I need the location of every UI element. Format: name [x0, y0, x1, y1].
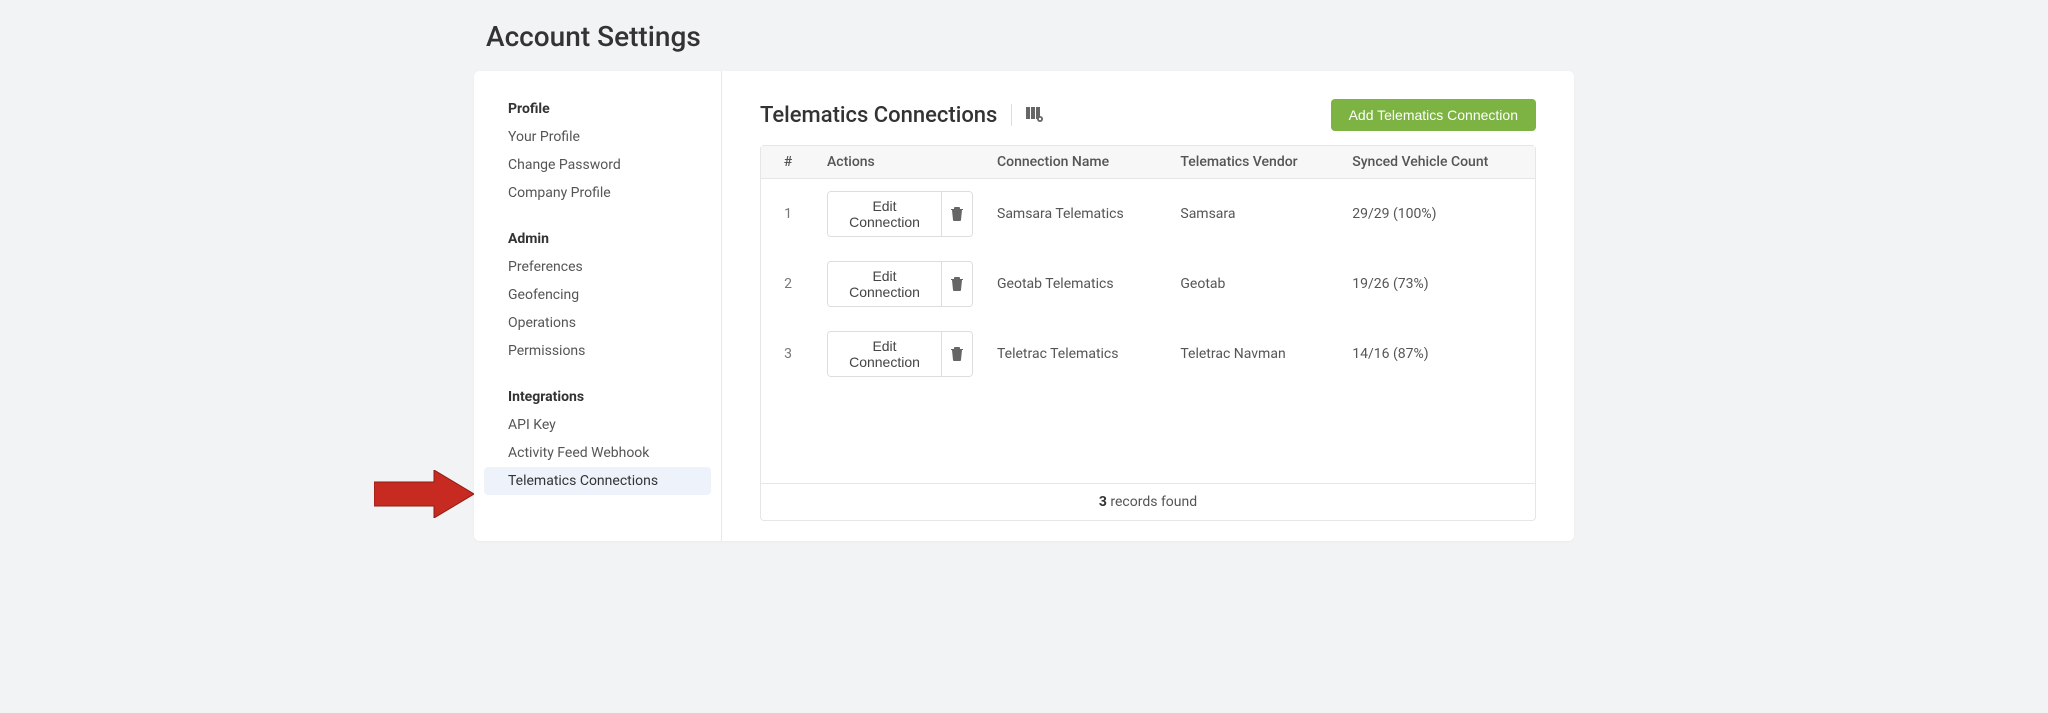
sidebar-section-admin: Admin — [484, 225, 711, 253]
action-group: Edit Connection — [827, 261, 973, 307]
delete-connection-button[interactable] — [941, 262, 972, 306]
row-num: 2 — [761, 249, 815, 319]
sidebar-section-profile: Profile — [484, 95, 711, 123]
cell-connection-name: Geotab Telematics — [985, 249, 1168, 319]
cell-connection-name: Samsara Telematics — [985, 179, 1168, 250]
add-telematics-connection-button[interactable]: Add Telematics Connection — [1331, 99, 1536, 131]
sidebar-item-operations[interactable]: Operations — [484, 309, 711, 337]
connections-table: # Actions Connection Name Telematics Ven… — [761, 146, 1535, 389]
table-row: 1 Edit Connection Samsara Telematics — [761, 179, 1535, 250]
content-header: Telematics Connections Add Telematics Co… — [760, 99, 1536, 131]
trash-icon — [951, 277, 963, 291]
delete-connection-button[interactable] — [941, 192, 972, 236]
sidebar-item-preferences[interactable]: Preferences — [484, 253, 711, 281]
cell-count: 19/26 (73%) — [1340, 249, 1535, 319]
edit-connection-button[interactable]: Edit Connection — [828, 192, 941, 236]
edit-connection-button[interactable]: Edit Connection — [828, 332, 941, 376]
action-group: Edit Connection — [827, 191, 973, 237]
columns-settings-icon[interactable] — [1026, 107, 1044, 123]
content-panel: Telematics Connections Add Telematics Co… — [722, 71, 1574, 541]
col-header-connection-name: Connection Name — [985, 146, 1168, 179]
cell-count: 14/16 (87%) — [1340, 319, 1535, 389]
cell-vendor: Teletrac Navman — [1168, 319, 1340, 389]
col-header-actions: Actions — [815, 146, 985, 179]
sidebar-item-geofencing[interactable]: Geofencing — [484, 281, 711, 309]
col-header-count: Synced Vehicle Count — [1340, 146, 1535, 179]
table-row: 3 Edit Connection Teletrac Telematics — [761, 319, 1535, 389]
records-label: records found — [1107, 494, 1197, 510]
cell-vendor: Samsara — [1168, 179, 1340, 250]
col-header-num: # — [761, 146, 815, 179]
table-footer: 3 records found — [761, 483, 1535, 520]
sidebar: Profile Your Profile Change Password Com… — [474, 71, 722, 541]
panel-title: Telematics Connections — [760, 103, 997, 128]
cell-connection-name: Teletrac Telematics — [985, 319, 1168, 389]
row-num: 3 — [761, 319, 815, 389]
header-divider — [1011, 104, 1012, 126]
sidebar-item-telematics-connections[interactable]: Telematics Connections — [484, 467, 711, 495]
trash-icon — [951, 347, 963, 361]
sidebar-item-api-key[interactable]: API Key — [484, 411, 711, 439]
delete-connection-button[interactable] — [941, 332, 972, 376]
sidebar-item-activity-feed-webhook[interactable]: Activity Feed Webhook — [484, 439, 711, 467]
table-row: 2 Edit Connection Geotab Telematics — [761, 249, 1535, 319]
row-num: 1 — [761, 179, 815, 250]
col-header-vendor: Telematics Vendor — [1168, 146, 1340, 179]
edit-connection-button[interactable]: Edit Connection — [828, 262, 941, 306]
settings-card: Profile Your Profile Change Password Com… — [474, 71, 1574, 541]
cell-count: 29/29 (100%) — [1340, 179, 1535, 250]
sidebar-item-your-profile[interactable]: Your Profile — [484, 123, 711, 151]
page-title: Account Settings — [240, 0, 1808, 71]
connections-table-wrap: # Actions Connection Name Telematics Ven… — [760, 145, 1536, 521]
arrow-annotation-icon — [374, 470, 474, 518]
cell-vendor: Geotab — [1168, 249, 1340, 319]
sidebar-item-company-profile[interactable]: Company Profile — [484, 179, 711, 207]
records-count: 3 — [1099, 494, 1107, 510]
trash-icon — [951, 207, 963, 221]
sidebar-section-integrations: Integrations — [484, 383, 711, 411]
sidebar-item-permissions[interactable]: Permissions — [484, 337, 711, 365]
action-group: Edit Connection — [827, 331, 973, 377]
sidebar-item-change-password[interactable]: Change Password — [484, 151, 711, 179]
